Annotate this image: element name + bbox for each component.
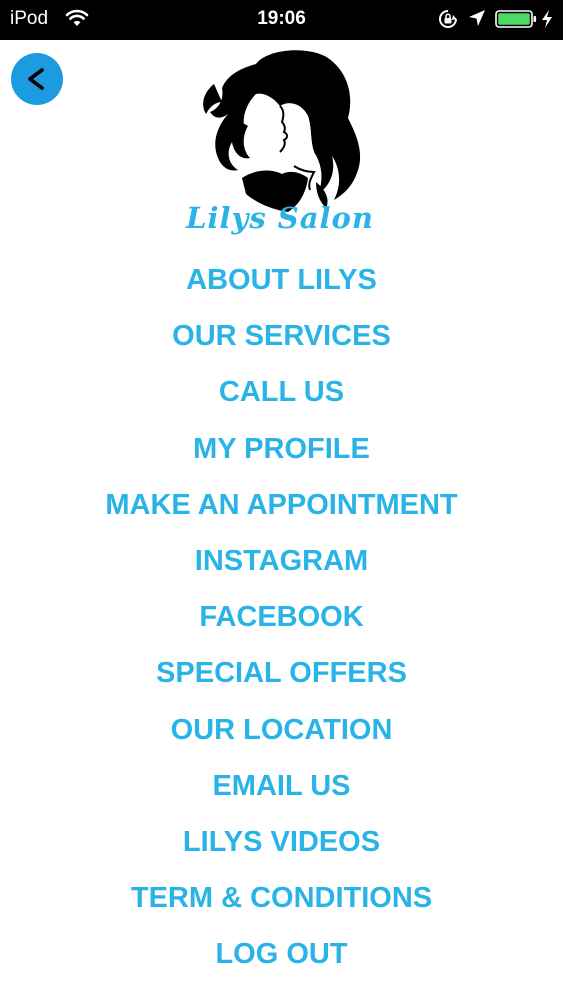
main-menu: ABOUT LILYS OUR SERVICES CALL US MY PROF… bbox=[0, 252, 563, 982]
back-button[interactable] bbox=[11, 53, 63, 105]
menu-item-our-location[interactable]: OUR LOCATION bbox=[0, 702, 563, 758]
menu-item-call-us[interactable]: CALL US bbox=[0, 364, 563, 420]
menu-item-make-appointment[interactable]: MAKE AN APPOINTMENT bbox=[0, 477, 563, 533]
chevron-left-icon bbox=[28, 68, 44, 90]
menu-item-email-us[interactable]: EMAIL US bbox=[0, 758, 563, 814]
battery-icon bbox=[495, 10, 537, 28]
menu-item-terms-conditions[interactable]: TERM & CONDITIONS bbox=[0, 870, 563, 926]
menu-item-instagram[interactable]: INSTAGRAM bbox=[0, 533, 563, 589]
salon-logo-text: Lilys Salon bbox=[186, 201, 374, 235]
salon-logo-woman-icon bbox=[203, 50, 361, 212]
rotation-lock-icon bbox=[439, 10, 457, 28]
charging-bolt-icon bbox=[542, 10, 552, 28]
menu-item-my-profile[interactable]: MY PROFILE bbox=[0, 421, 563, 477]
menu-item-special-offers[interactable]: SPECIAL OFFERS bbox=[0, 645, 563, 701]
status-bar: iPod 19:06 bbox=[0, 0, 563, 40]
menu-item-log-out[interactable]: LOG OUT bbox=[0, 926, 563, 982]
menu-item-our-services[interactable]: OUR SERVICES bbox=[0, 308, 563, 364]
location-arrow-icon bbox=[469, 10, 485, 26]
menu-item-lilys-videos[interactable]: LILYS VIDEOS bbox=[0, 814, 563, 870]
menu-item-about-lilys[interactable]: ABOUT LILYS bbox=[0, 252, 563, 308]
menu-item-facebook[interactable]: FACEBOOK bbox=[0, 589, 563, 645]
